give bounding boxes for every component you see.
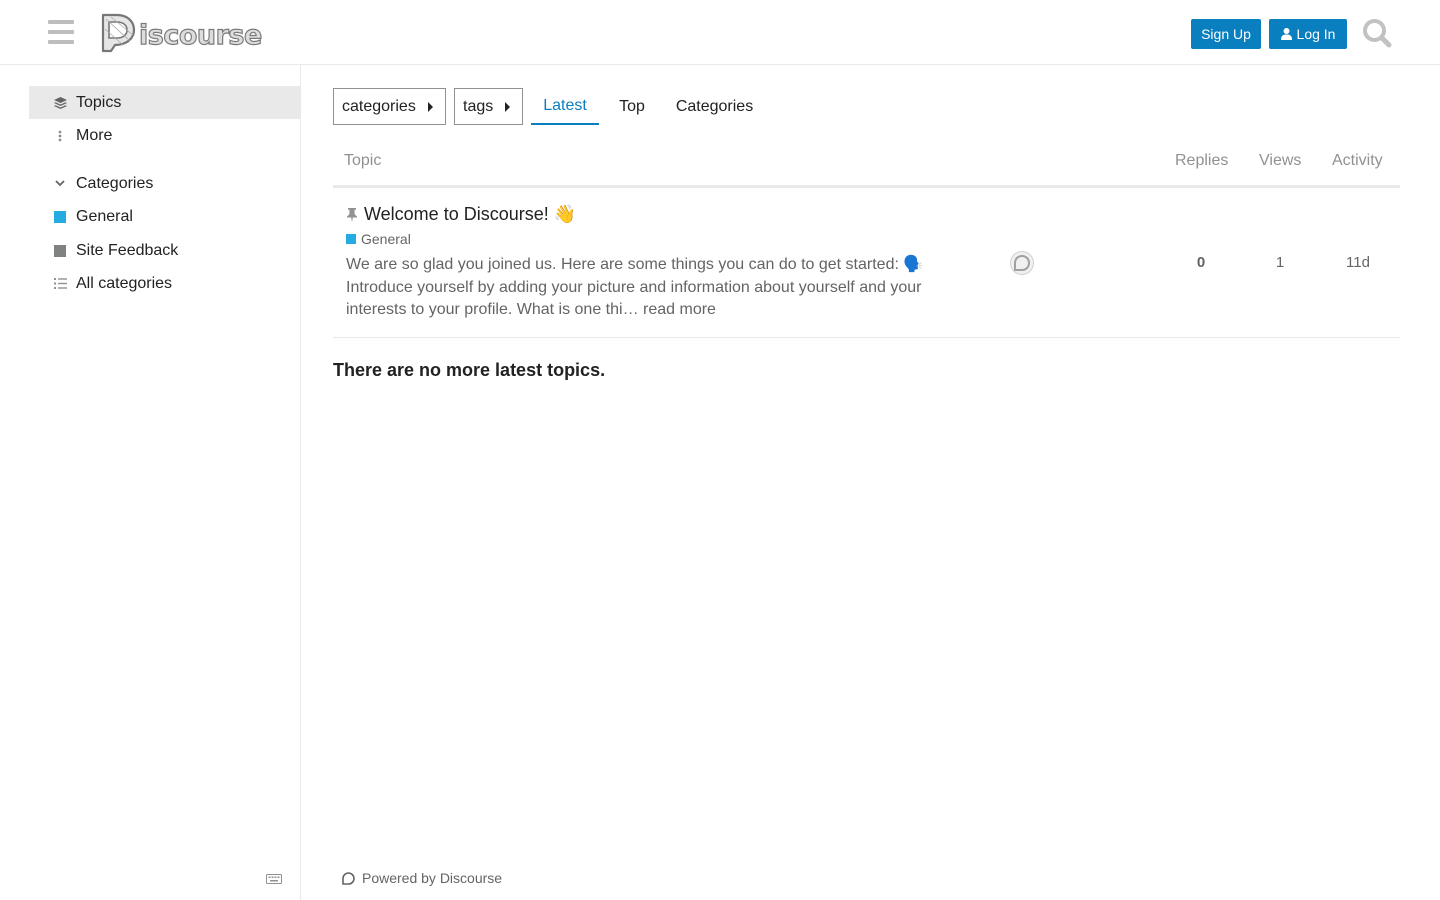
table-row: Welcome to Discourse! 👋 General We are s… bbox=[333, 188, 1400, 338]
logo-text: iscourse bbox=[138, 19, 263, 51]
list-icon bbox=[52, 278, 68, 289]
tab-latest[interactable]: Latest bbox=[531, 88, 599, 125]
category-color-square bbox=[346, 234, 356, 244]
no-more-topics-message: There are no more latest topics. bbox=[333, 360, 606, 380]
sidebar-section-heading: Categories bbox=[76, 174, 154, 192]
site-header: iscourse Sign Up Log In bbox=[0, 0, 1440, 65]
column-header-activity[interactable]: Activity bbox=[1332, 152, 1383, 170]
category-badge-label: General bbox=[361, 231, 411, 247]
discourse-icon bbox=[342, 871, 355, 885]
topic-title-link[interactable]: Welcome to Discourse! 👋 bbox=[364, 204, 576, 225]
views-count: 1 bbox=[1275, 254, 1285, 271]
caret-right-icon bbox=[428, 102, 433, 112]
column-header-replies[interactable]: Replies bbox=[1175, 152, 1228, 170]
hamburger-menu-icon[interactable] bbox=[48, 20, 74, 44]
sidebar-item-label: More bbox=[76, 126, 113, 144]
caret-right-icon bbox=[505, 102, 510, 112]
read-more-link[interactable]: read more bbox=[643, 301, 716, 318]
keyboard-icon[interactable] bbox=[266, 874, 282, 884]
waving-hand-emoji: 👋 bbox=[553, 204, 577, 224]
user-icon bbox=[1280, 28, 1292, 40]
layers-icon bbox=[52, 96, 68, 109]
activity-age[interactable]: 11d bbox=[1328, 254, 1388, 271]
powered-by-link[interactable]: Powered by Discourse bbox=[342, 870, 502, 886]
category-badge[interactable]: General bbox=[346, 231, 411, 247]
avatar[interactable] bbox=[1010, 251, 1034, 275]
sidebar-item-label: All categories bbox=[76, 274, 173, 292]
column-header-topic: Topic bbox=[344, 152, 382, 169]
topic-excerpt-text: We are so glad you joined us. Here are s… bbox=[346, 256, 924, 318]
log-in-label: Log In bbox=[1296, 26, 1336, 42]
topic-title: Welcome to Discourse! bbox=[364, 204, 549, 224]
sidebar-section-categories-toggle[interactable]: Categories bbox=[29, 167, 300, 200]
column-header-views[interactable]: Views bbox=[1259, 152, 1301, 170]
sidebar-item-label: Topics bbox=[76, 93, 122, 111]
vertical-ellipsis-icon bbox=[52, 130, 68, 142]
topic-excerpt: We are so glad you joined us. Here are s… bbox=[346, 254, 936, 322]
tab-categories[interactable]: Categories bbox=[666, 88, 763, 125]
tags-dropdown-label: tags bbox=[463, 97, 494, 115]
sidebar-item-label: Site Feedback bbox=[76, 241, 179, 259]
sidebar-item-site-feedback[interactable]: Site Feedback bbox=[29, 234, 300, 267]
search-icon[interactable] bbox=[1362, 18, 1392, 48]
sidebar: Topics More Categories General Site Feed… bbox=[0, 65, 301, 900]
site-logo[interactable]: iscourse bbox=[97, 10, 263, 56]
sidebar-item-more[interactable]: More bbox=[29, 119, 300, 152]
category-color-square bbox=[52, 210, 68, 223]
pin-icon[interactable] bbox=[346, 208, 358, 222]
topic-list-header: Topic Replies Views Activity bbox=[333, 143, 1400, 188]
categories-dropdown-label: categories bbox=[342, 97, 416, 115]
sidebar-item-label: General bbox=[76, 207, 133, 225]
sidebar-item-all-categories[interactable]: All categories bbox=[29, 267, 300, 300]
sidebar-item-topics[interactable]: Topics bbox=[29, 86, 300, 119]
sign-up-button[interactable]: Sign Up bbox=[1191, 19, 1261, 49]
sidebar-item-general[interactable]: General bbox=[29, 200, 300, 233]
categories-dropdown[interactable]: categories bbox=[333, 88, 446, 125]
log-in-button[interactable]: Log In bbox=[1269, 19, 1347, 49]
tab-top[interactable]: Top bbox=[609, 88, 655, 125]
tags-dropdown[interactable]: tags bbox=[454, 88, 523, 125]
chevron-down-icon bbox=[52, 180, 68, 187]
category-color-square bbox=[52, 244, 68, 257]
replies-count: 0 bbox=[1196, 254, 1206, 271]
powered-by-text: Powered by Discourse bbox=[362, 870, 503, 886]
discourse-logo-icon bbox=[101, 13, 136, 53]
